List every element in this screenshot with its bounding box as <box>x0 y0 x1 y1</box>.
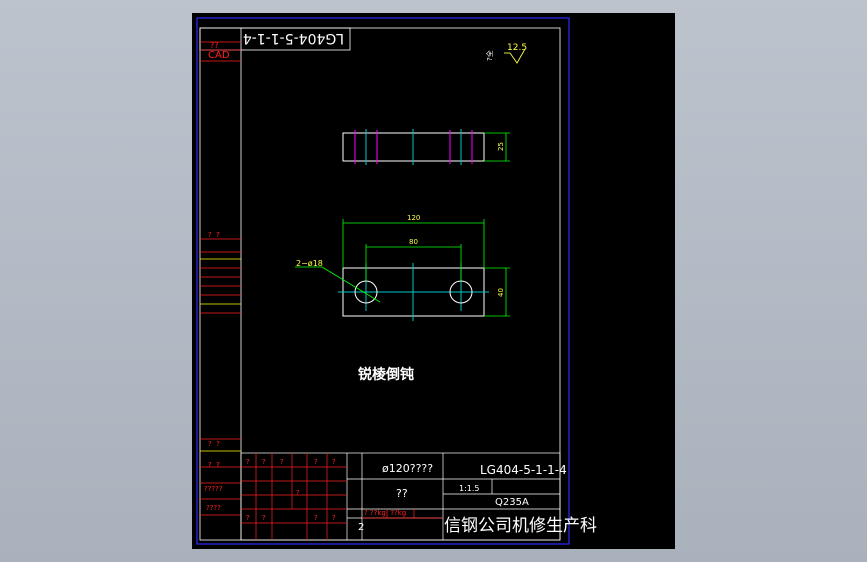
dim-120: 120 <box>407 214 420 222</box>
part-code: LG404-5-1-1-4 <box>480 463 567 477</box>
mark-r1-2: ? <box>280 458 284 466</box>
dim-80: 80 <box>409 238 418 246</box>
leader-holes <box>321 266 381 303</box>
mark-r2-0: ? <box>246 514 250 522</box>
side-code-1: ?? <box>210 41 219 50</box>
note-text: 锐棱倒钝 <box>358 366 414 383</box>
sheet-number: 2 <box>358 522 364 533</box>
mark-r1-0: ? <box>246 458 250 466</box>
dim-40: 40 <box>497 288 505 297</box>
left-mark-2: ? ? <box>208 440 220 448</box>
surface-finish-note: ?全 <box>485 50 494 61</box>
dim-25: 25 <box>497 142 505 151</box>
marks-row-1: ? ? ? ? ? <box>246 458 336 466</box>
mark-r1-1: ? <box>262 458 266 466</box>
mark-r2-2: ? <box>296 489 300 497</box>
rotated-code: LG404-5-1-1-4 <box>243 30 344 46</box>
side-code-2: CAD <box>208 50 230 61</box>
company-name: 信钢公司机修生产科 <box>444 516 597 536</box>
material-label: ?? <box>396 487 408 500</box>
mark-r1-3: ? <box>314 458 318 466</box>
mark-r2-4: ? <box>332 514 336 522</box>
mark-r1-4: ? <box>332 458 336 466</box>
left-mark-1: ? ? <box>208 231 220 239</box>
left-column-upper <box>200 238 241 314</box>
weight-marks: ? ??kg ??kg <box>364 509 406 517</box>
scale: 1:1.5 <box>459 484 480 493</box>
left-mark-3: ? ? <box>208 461 220 469</box>
cad-viewport[interactable]: LG404-5-1-1-4 ?? CAD 12.5 ?全 25 120 80 2… <box>192 13 675 549</box>
left-mark-4: ????? <box>204 485 223 493</box>
dim-holes: 2−ø18 <box>296 259 323 268</box>
part-name: ø120???? <box>382 462 433 475</box>
marks-row-2: ? ? ? ? ? <box>246 489 336 522</box>
left-mark-5: ???? <box>206 504 221 512</box>
mark-r2-3: ? <box>314 514 318 522</box>
material: Q235A <box>495 497 529 508</box>
mark-r2-1: ? <box>262 514 266 522</box>
cad-drawing: LG404-5-1-1-4 ?? CAD 12.5 ?全 25 120 80 2… <box>196 17 597 545</box>
